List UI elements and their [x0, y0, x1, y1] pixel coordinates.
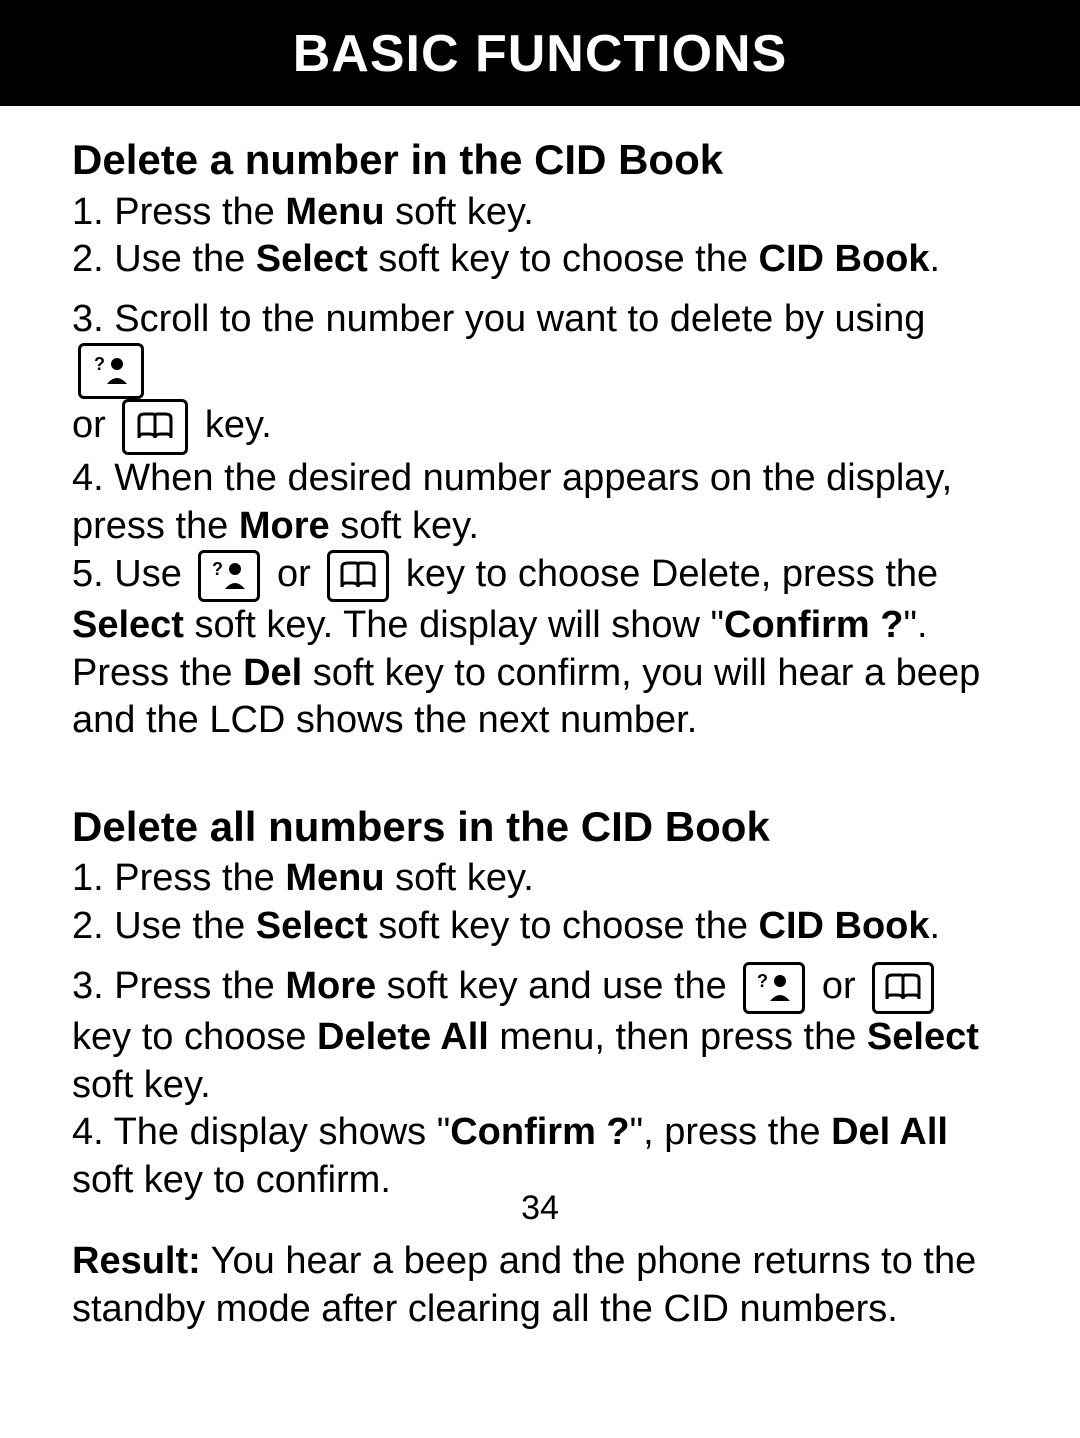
text: 5. Use [72, 553, 192, 595]
text: soft key. The display will show " [184, 604, 724, 646]
svg-text:?: ? [94, 354, 105, 374]
caller-id-icon: ? [198, 550, 260, 602]
text: soft key to choose the [368, 905, 759, 947]
bold: Select [256, 238, 368, 280]
bold: CID Book [759, 905, 930, 947]
text: soft key. [385, 191, 534, 233]
text: 1. Press the [72, 857, 285, 899]
phonebook-icon [872, 962, 934, 1014]
text: soft key. [72, 1064, 211, 1106]
bold: More [239, 505, 330, 547]
bold: Del All [831, 1111, 948, 1153]
bold: Confirm ? [450, 1111, 629, 1153]
caller-id-icon: ? [78, 343, 144, 399]
s2-result: Result: You hear a beep and the phone re… [72, 1238, 1008, 1333]
bold: Select [72, 604, 184, 646]
text: key to choose [72, 1016, 317, 1058]
bold: Select [867, 1016, 979, 1058]
text: menu, then press the [489, 1016, 867, 1058]
text: You hear a beep and the phone returns to… [72, 1240, 976, 1330]
text: soft key. [385, 857, 534, 899]
text: ", press the [630, 1111, 831, 1153]
section2-title: Delete all numbers in the CID Book [72, 801, 1008, 854]
bold: Confirm ? [724, 604, 903, 646]
bold: More [285, 965, 376, 1007]
bold: CID Book [759, 238, 930, 280]
s1-step5: 5. Use ? or key to choose Delete, press … [72, 550, 1008, 745]
text: soft key and use the [376, 965, 737, 1007]
text: key. [205, 404, 272, 446]
page-number: 34 [0, 1189, 1080, 1228]
text: 2. Use the [72, 905, 256, 947]
bold: Delete All [317, 1016, 489, 1058]
text: soft key. [330, 505, 479, 547]
page-header: BASIC FUNCTIONS [0, 0, 1080, 106]
text: soft key to choose the [368, 238, 759, 280]
bold: Select [256, 905, 368, 947]
phonebook-icon [122, 399, 188, 455]
text: 4. When the desired number appears on th… [72, 457, 952, 547]
s1-step2: 2. Use the Select soft key to choose the… [72, 236, 1008, 284]
s1-step3: 3. Scroll to the number you want to dele… [72, 296, 1008, 456]
page-content: Delete a number in the CID Book 1. Press… [0, 106, 1080, 1333]
text: . [930, 238, 941, 280]
s1-step4: 4. When the desired number appears on th… [72, 455, 1008, 550]
s2-step2: 2. Use the Select soft key to choose the… [72, 903, 1008, 951]
text: key to choose Delete, press the [406, 553, 938, 595]
s2-step1: 1. Press the Menu soft key. [72, 855, 1008, 903]
bold: Del [243, 652, 302, 694]
text: 2. Use the [72, 238, 256, 280]
text: . [930, 905, 941, 947]
bold: Menu [285, 857, 384, 899]
bold: Result: [72, 1240, 201, 1282]
text: 3. Press the [72, 965, 285, 1007]
text: 3. Scroll to the number you want to dele… [72, 298, 925, 340]
text: or [72, 404, 116, 446]
section1-title: Delete a number in the CID Book [72, 134, 1008, 187]
text: or [822, 965, 866, 1007]
text: or [277, 553, 321, 595]
caller-id-icon: ? [743, 962, 805, 1014]
text: 4. The display shows " [72, 1111, 450, 1153]
s1-step1: 1. Press the Menu soft key. [72, 189, 1008, 237]
bold: Menu [285, 191, 384, 233]
svg-text:?: ? [757, 971, 768, 991]
text: 1. Press the [72, 191, 285, 233]
phonebook-icon [327, 550, 389, 602]
svg-text:?: ? [212, 559, 223, 579]
s2-step3: 3. Press the More soft key and use the ?… [72, 962, 1008, 1109]
header-title: BASIC FUNCTIONS [293, 25, 788, 83]
